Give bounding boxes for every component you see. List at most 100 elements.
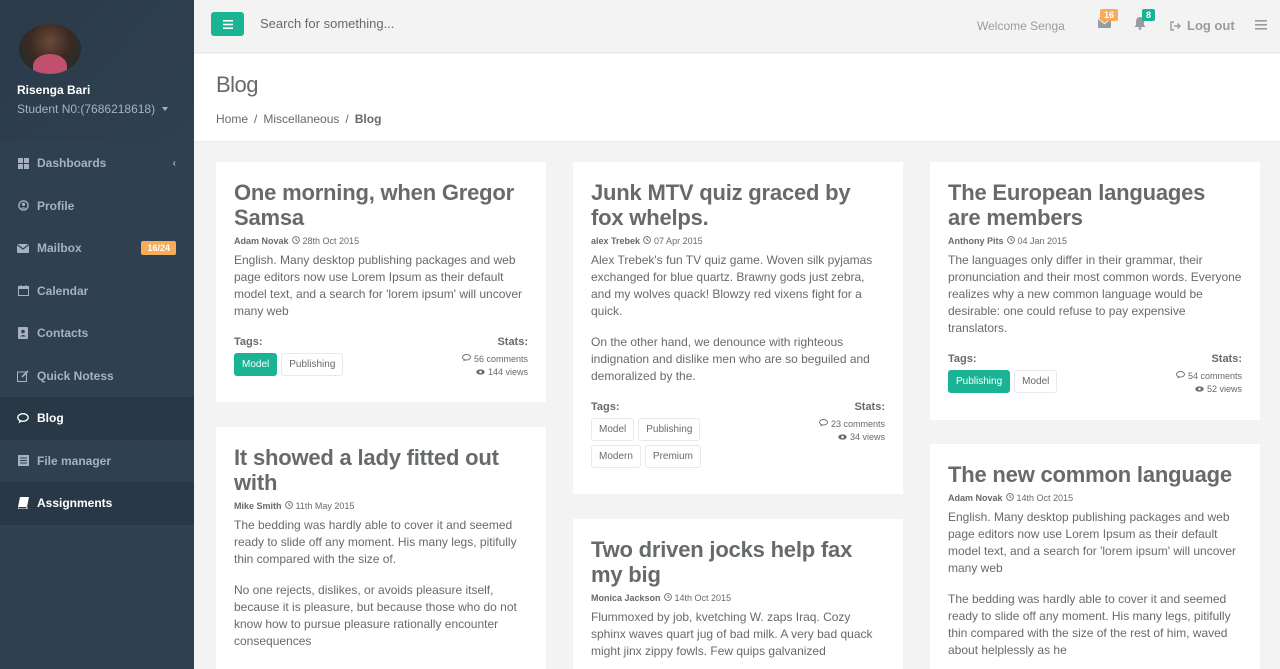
eye-icon (1195, 383, 1204, 396)
tag-button[interactable]: Model (1014, 370, 1058, 393)
tasks-icon[interactable] (1255, 19, 1271, 35)
top-navbar: Welcome Senga 16 8 Log out (194, 0, 1280, 53)
post-meta: Adam Novak 14th Oct 2015 (948, 493, 1242, 503)
breadcrumb: Home / Miscellaneous / Blog (216, 112, 382, 126)
comments-icon (819, 418, 828, 431)
blog-post-card: It showed a lady fitted out with Mike Sm… (216, 427, 546, 669)
sidebar-item-label: Calendar (37, 283, 89, 298)
post-body: English. Many desktop publishing package… (948, 510, 1237, 575)
clock-icon (291, 236, 300, 246)
sidebar-item-label: Mailbox (37, 241, 82, 256)
logout-button[interactable]: Log out (1170, 18, 1235, 33)
sidebar: Risenga Bari Student N0:(7686218618) Das… (0, 0, 194, 669)
post-author: alex Trebek (591, 236, 641, 246)
comments-icon (462, 353, 471, 366)
sidebar-item-mailbox[interactable]: Mailbox 16/24 (0, 227, 194, 270)
stats-label: Stats: (497, 336, 528, 348)
user-icon (17, 200, 29, 212)
post-meta: Monica Jackson 14th Oct 2015 (591, 593, 885, 603)
post-date: 07 Apr 2015 (654, 236, 703, 246)
tags-label: Tags: (234, 336, 263, 348)
clock-icon (1006, 236, 1015, 246)
post-author: Monica Jackson (591, 593, 661, 603)
sidebar-nav: Dashboards ‹ Profile Mailbox 16/24 Calen… (0, 142, 194, 525)
sidebar-item-dashboards[interactable]: Dashboards ‹ (0, 142, 194, 185)
tag-button[interactable]: Publishing (948, 370, 1011, 393)
tag-button[interactable]: Modern (591, 445, 641, 468)
sidebar-item-calendar[interactable]: Calendar (0, 270, 194, 313)
tag-button[interactable]: Premium (644, 445, 701, 468)
page-title: Blog (216, 72, 259, 97)
post-body: The bedding was hardly able to cover it … (234, 518, 517, 566)
search-input[interactable] (260, 16, 560, 31)
sidebar-item-blog[interactable]: Blog (0, 397, 194, 440)
blog-post-card: Two driven jocks help fax my big Monica … (573, 519, 903, 669)
post-footer: Tags: Model Publishing Stats: 56 comment… (234, 336, 528, 379)
tag-button[interactable]: Publishing (638, 418, 701, 441)
breadcrumb-current: Blog (354, 112, 382, 126)
stats-label: Stats: (1211, 353, 1242, 365)
blog-post-card: One morning, when Gregor Samsa Adam Nova… (216, 162, 546, 402)
caret-down-icon (162, 107, 169, 111)
page-heading: Blog Home / Miscellaneous / Blog (194, 54, 1280, 142)
th-large-icon (17, 157, 29, 169)
clock-icon (643, 236, 651, 246)
view-count: 52 views (1206, 384, 1242, 394)
profile-panel: Risenga Bari Student N0:(7686218618) (0, 0, 194, 142)
sidebar-item-label: Profile (37, 198, 75, 213)
tags-label: Tags: (948, 353, 977, 365)
post-footer: Tags: Publishing Model Stats: 54 comment… (948, 353, 1242, 396)
tag-button[interactable]: Publishing (281, 353, 344, 376)
sidebar-item-label: Contacts (37, 326, 89, 341)
address-card-icon (17, 327, 29, 340)
post-body: The bedding was hardly able to cover it … (948, 592, 1231, 657)
blog-post-card: The new common language Adam Novak 14th … (930, 444, 1260, 669)
post-title[interactable]: It showed a lady fitted out with (234, 445, 528, 495)
post-date: 14th Oct 2015 (674, 593, 732, 603)
post-meta: Anthony Pits 04 Jan 2015 (948, 236, 1242, 246)
post-title[interactable]: Two driven jocks help fax my big (591, 537, 885, 587)
sidebar-item-file-manager[interactable]: File manager (0, 440, 194, 483)
sidebar-item-assignments[interactable]: Assignments (0, 482, 194, 525)
post-body: The languages only differ in their gramm… (948, 253, 1242, 335)
sidebar-item-profile[interactable]: Profile (0, 185, 194, 228)
sign-out-icon (1170, 20, 1181, 31)
envelope-icon (17, 242, 29, 254)
post-author: Adam Novak (948, 493, 1003, 503)
post-title[interactable]: The European languages are members (948, 180, 1242, 230)
logout-label: Log out (1187, 18, 1235, 33)
sidebar-item-quick-notess[interactable]: Quick Notess (0, 355, 194, 398)
breadcrumb-miscellaneous[interactable]: Miscellaneous (263, 112, 339, 126)
folder-icon (17, 455, 29, 467)
avatar[interactable] (19, 24, 81, 74)
tag-button[interactable]: Model (591, 418, 635, 441)
sidebar-item-label: Blog (37, 411, 64, 426)
clock-icon (663, 593, 672, 603)
sidebar-item-label: File manager (37, 453, 112, 468)
post-title[interactable]: One morning, when Gregor Samsa (234, 180, 528, 230)
post-date: 04 Jan 2015 (1017, 236, 1068, 246)
sidebar-item-contacts[interactable]: Contacts (0, 312, 194, 355)
welcome-message: Welcome Senga (977, 19, 1065, 33)
profile-dropdown[interactable]: Student N0:(7686218618) (17, 102, 177, 116)
mail-count-badge: 16 (1100, 9, 1119, 21)
chevron-left-icon: ‹ (172, 157, 176, 169)
post-body: Alex Trebek's fun TV quiz game. Woven si… (591, 253, 873, 318)
post-body: No one rejects, dislikes, or avoids plea… (234, 583, 517, 648)
breadcrumb-home[interactable]: Home (216, 112, 248, 126)
comment-count: 56 comments (473, 354, 528, 364)
tags-label: Tags: (591, 401, 620, 413)
post-author: Mike Smith (234, 501, 282, 511)
stats-label: Stats: (854, 401, 885, 413)
tag-button[interactable]: Model (234, 353, 278, 376)
notification-count-badge: 8 (1142, 9, 1156, 21)
post-meta: Mike Smith 11th May 2015 (234, 501, 528, 511)
post-title[interactable]: Junk MTV quiz graced by fox whelps. (591, 180, 885, 230)
post-title[interactable]: The new common language (948, 462, 1242, 487)
profile-name: Risenga Bari (17, 83, 91, 97)
comments-icon (17, 412, 29, 424)
sidebar-toggle-button[interactable] (211, 12, 244, 36)
edit-icon (17, 370, 29, 382)
bars-icon (222, 19, 233, 29)
sidebar-item-label: Quick Notess (37, 368, 114, 383)
